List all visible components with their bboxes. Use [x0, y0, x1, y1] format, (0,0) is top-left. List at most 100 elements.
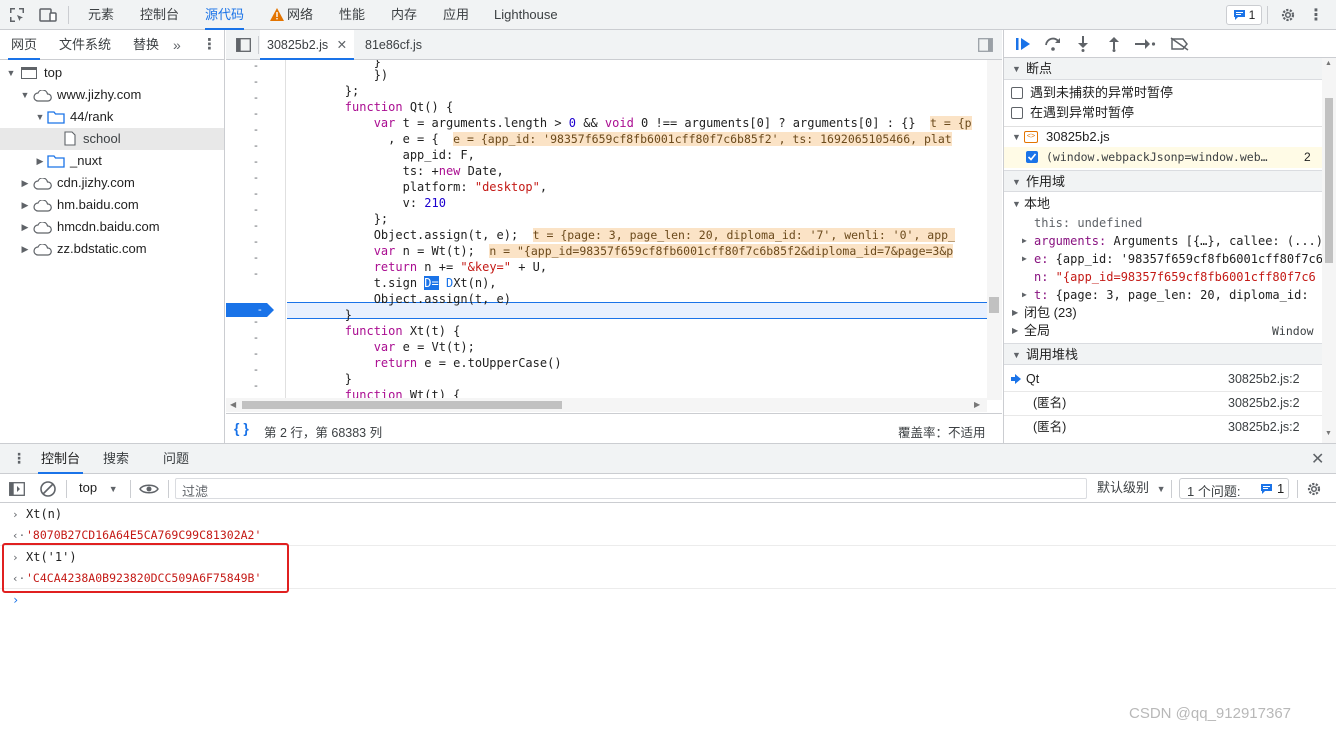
pause-caught-checkbox[interactable]	[1011, 107, 1023, 119]
gutter-line[interactable]: -	[226, 154, 285, 170]
clear-console-icon[interactable]	[38, 479, 58, 498]
resume-icon[interactable]	[1014, 36, 1032, 52]
step-into-icon[interactable]	[1075, 36, 1091, 52]
code-area[interactable]: } }) }; function Qt() { var t = argument…	[287, 60, 987, 400]
scroll-left-icon[interactable]: ◀	[230, 398, 236, 412]
scroll-right-icon[interactable]: ▶	[974, 398, 980, 412]
scrollbar-thumb[interactable]	[989, 297, 999, 313]
scope-local[interactable]: ▼ 本地	[1004, 195, 1322, 213]
breakpoints-section-header[interactable]: ▼ 断点	[1004, 58, 1322, 80]
editor-tab-30825b2[interactable]: 30825b2.js ✕	[260, 30, 355, 60]
scope-closure[interactable]: ▶ 闭包 (23)	[1004, 304, 1322, 322]
callstack-section-header[interactable]: ▼ 调用堆栈	[1004, 343, 1322, 365]
tree-item-44-rank[interactable]: ▼ 44/rank	[0, 106, 224, 128]
gutter-line[interactable]: -	[226, 122, 285, 138]
context-selector[interactable]: top ▼	[79, 474, 118, 502]
execution-marker[interactable]: D=	[424, 276, 439, 290]
tab-sources[interactable]: 源代码	[205, 0, 245, 30]
navigator-menu-icon[interactable]: ⋮	[202, 30, 217, 60]
scope-var-t[interactable]: ▶ t: {page: 3, page_len: 20, diploma_id:	[1004, 286, 1322, 304]
gutter-line[interactable]: -	[226, 234, 285, 250]
log-level-selector[interactable]: 默认级别 ▼	[1097, 474, 1166, 502]
scope-var-n[interactable]: n: "{app_id=98357f659cf8fb6001cff80f7c6	[1004, 268, 1322, 286]
tree-item-school[interactable]: school	[0, 128, 224, 150]
breakpoint-enabled-checkbox[interactable]	[1026, 151, 1038, 163]
pause-uncaught-checkbox[interactable]	[1011, 87, 1023, 99]
console-issues-button[interactable]: 1 个问题: 1	[1179, 478, 1289, 499]
tree-item-www-jizhy[interactable]: ▼ www.jizhy.com	[0, 84, 224, 106]
scroll-down-icon[interactable]: ▼	[1325, 430, 1332, 437]
deactivate-breakpoints-icon[interactable]	[1170, 36, 1190, 52]
inspect-element-icon[interactable]	[6, 5, 28, 25]
tab-network[interactable]: 网络	[287, 0, 313, 30]
drawer-tab-console[interactable]: 控制台	[38, 444, 84, 474]
scrollbar-thumb[interactable]	[242, 401, 562, 409]
gutter-line[interactable]: -	[226, 266, 285, 282]
scrollbar-thumb[interactable]	[1325, 98, 1333, 263]
step-over-icon[interactable]	[1044, 36, 1062, 52]
tab-console[interactable]: 控制台	[140, 0, 179, 30]
tab-overrides[interactable]: 替换	[133, 30, 159, 60]
drawer-tab-issues[interactable]: 问题	[163, 444, 189, 474]
scope-section-header[interactable]: ▼ 作用域	[1004, 170, 1322, 192]
gutter-line[interactable]: -	[226, 378, 285, 394]
pause-uncaught-option[interactable]: 遇到未捕获的异常时暂停	[1004, 83, 1322, 103]
tab-application[interactable]: 应用	[443, 0, 469, 30]
console-sidebar-icon[interactable]	[8, 480, 26, 497]
scope-global[interactable]: ▶ 全局 Window	[1004, 322, 1322, 340]
editor-vertical-scrollbar[interactable]	[987, 60, 1002, 400]
live-expression-eye-icon[interactable]	[138, 479, 160, 498]
tree-item-top[interactable]: ▼ top	[0, 62, 224, 84]
tree-item-cdn-jizhy[interactable]: ▶ cdn.jizhy.com	[0, 172, 224, 194]
step-out-icon[interactable]	[1106, 36, 1122, 52]
gutter-line[interactable]: -	[226, 186, 285, 202]
tab-lighthouse[interactable]: Lighthouse	[494, 0, 558, 30]
close-drawer-icon[interactable]: ✕	[1311, 449, 1324, 469]
editor-tab-81e86cf[interactable]: 81e86cf.js	[362, 30, 425, 60]
gutter-line[interactable]: -	[226, 74, 285, 90]
breakpoint-file[interactable]: ▼ <> 30825b2.js	[1004, 127, 1322, 147]
gutter-line[interactable]: -	[226, 362, 285, 378]
scope-var-e[interactable]: ▶ e: {app_id: '98357f659cf8fb6001cff80f7…	[1004, 250, 1322, 268]
gutter-line[interactable]: -	[226, 250, 285, 266]
tab-memory[interactable]: 内存	[391, 0, 417, 30]
gutter-line[interactable]: -	[226, 202, 285, 218]
issues-counter-button[interactable]: 1	[1226, 5, 1262, 25]
more-options-icon[interactable]: ⋮	[1306, 5, 1326, 25]
tab-page[interactable]: 网页	[8, 30, 40, 60]
gutter-line[interactable]: -	[226, 106, 285, 122]
scope-var-this[interactable]: this: undefined	[1004, 214, 1322, 232]
callstack-frame[interactable]: Qt 30825b2.js:2	[1004, 367, 1322, 391]
device-toolbar-icon[interactable]	[36, 5, 60, 25]
tab-filesystem[interactable]: 文件系统	[59, 30, 111, 60]
editor-horizontal-scrollbar[interactable]: ◀ ▶	[226, 398, 987, 412]
tree-item-zz-bdstatic[interactable]: ▶ zz.bdstatic.com	[0, 238, 224, 260]
tree-item-hm-baidu[interactable]: ▶ hm.baidu.com	[0, 194, 224, 216]
tab-elements[interactable]: 元素	[88, 0, 114, 30]
drawer-menu-icon[interactable]: ⋮	[12, 450, 26, 467]
toggle-navigator-icon[interactable]	[234, 36, 252, 54]
console-prompt[interactable]: ›	[0, 590, 1336, 611]
console-settings-gear-icon[interactable]	[1304, 479, 1324, 499]
drawer-tab-search[interactable]: 搜索	[103, 444, 129, 474]
scope-var-arguments[interactable]: ▶ arguments: Arguments [{…}, callee: (..…	[1004, 232, 1322, 250]
gutter-line[interactable]: -	[226, 314, 285, 330]
gutter-line[interactable]: -	[226, 60, 285, 74]
callstack-frame[interactable]: (匿名) 30825b2.js:2	[1004, 415, 1322, 439]
tree-item-hmcdn-baidu[interactable]: ▶ hmcdn.baidu.com	[0, 216, 224, 238]
gutter-line[interactable]: -	[226, 218, 285, 234]
toggle-debugger-icon[interactable]	[976, 36, 994, 54]
settings-gear-icon[interactable]	[1278, 5, 1298, 25]
gutter-line[interactable]: -	[226, 138, 285, 154]
callstack-frame[interactable]: (匿名) 30825b2.js:2	[1004, 391, 1322, 415]
gutter-line[interactable]: -	[226, 90, 285, 106]
scroll-up-icon[interactable]: ▲	[1325, 60, 1332, 67]
debugger-scrollbar[interactable]: ▲ ▼	[1322, 58, 1336, 443]
tab-performance[interactable]: 性能	[339, 0, 365, 30]
tree-item-nuxt[interactable]: ▶ _nuxt	[0, 150, 224, 172]
more-tabs-chevron-icon[interactable]: »	[173, 30, 181, 60]
gutter-line[interactable]: -	[226, 346, 285, 362]
gutter-line[interactable]: -	[226, 330, 285, 346]
breakpoint-entry[interactable]: (window.webpackJsonp=window.web… 2	[1004, 147, 1322, 168]
pause-caught-option[interactable]: 在遇到异常时暂停	[1004, 103, 1322, 123]
